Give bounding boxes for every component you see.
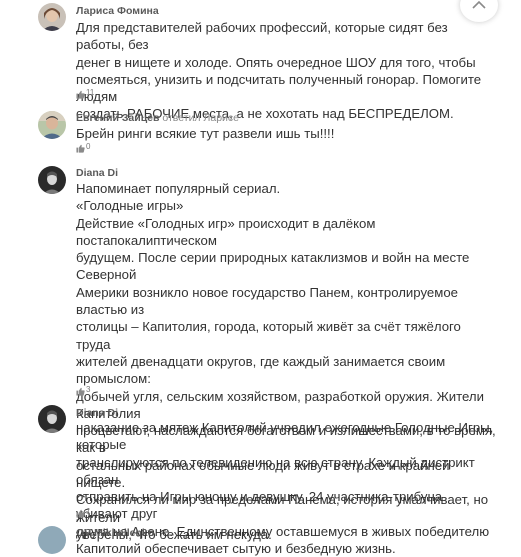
- reply-to-label: ответил Ларисе: [162, 112, 240, 124]
- like-count: 3: [86, 385, 91, 394]
- comment-line: будущем. После серии природных катаклизм…: [76, 250, 470, 283]
- like-button[interactable]: 0: [76, 142, 90, 154]
- avatar[interactable]: [38, 526, 66, 554]
- comment-text: Брейн ринги всякие тут развели ишь ты!!!…: [76, 125, 496, 142]
- like-button[interactable]: 11: [76, 88, 94, 100]
- like-button[interactable]: 1: [76, 507, 90, 519]
- chevron-up-icon: [472, 0, 486, 9]
- comment-line: Для представителей рабочих профессий, ко…: [76, 20, 448, 53]
- comment-line: отправить на Игры юношу и девушку. 24 уч…: [76, 489, 443, 522]
- comment-line: наказание за мятеж Капитолий учредил еже…: [76, 420, 494, 453]
- avatar[interactable]: [38, 111, 66, 139]
- author-name[interactable]: Евгений Зайцев: [76, 112, 159, 124]
- comment-line: столицы – Капитолия, города, который жив…: [76, 319, 461, 352]
- like-count: 11: [86, 88, 95, 97]
- thumbs-up-icon: [76, 509, 85, 518]
- avatar[interactable]: [38, 3, 66, 31]
- avatar[interactable]: [38, 405, 66, 433]
- thumbs-up-icon: [76, 90, 85, 99]
- comment-author[interactable]: OV Mikhailenko: [76, 527, 154, 539]
- comment-line: транслируются по телевидению на всю стра…: [76, 454, 475, 487]
- comment-line: Действие «Голодных игр» происходит в дал…: [76, 215, 376, 248]
- comment-line: Брейн ринги всякие тут развели ишь ты!!!…: [76, 126, 335, 141]
- comment-author[interactable]: Евгений Зайцев ответил Ларисе: [76, 112, 239, 124]
- comment-text: Для представителей рабочих профессий, ко…: [76, 19, 496, 123]
- comment-author[interactable]: Diana Di: [76, 407, 118, 419]
- comment-author[interactable]: Diana Di: [76, 167, 118, 179]
- comment-line: жителей двенадцати округов, где каждый з…: [76, 353, 446, 387]
- like-count: 1: [86, 507, 91, 516]
- comment-line: «Голодные игры»: [76, 198, 184, 214]
- comment-author[interactable]: Лариса Фомина: [76, 5, 159, 17]
- comment-line: посмеяться, унизить и подсчитать получен…: [76, 71, 482, 105]
- comment-line: Напоминает популярный сериал.: [76, 181, 281, 196]
- thumbs-up-icon: [76, 387, 85, 396]
- comment-line: добычей угля, сельским хозяйством, разра…: [76, 388, 484, 421]
- avatar[interactable]: [38, 166, 66, 194]
- like-button[interactable]: 3: [76, 385, 90, 397]
- like-count: 0: [86, 142, 91, 151]
- comment-line: Америки возникло новое государство Панем…: [76, 284, 458, 318]
- thumbs-up-icon: [76, 144, 85, 153]
- comment-line: денег в нищете и холоде. Опять очередное…: [76, 54, 476, 70]
- comment-line: Капитолий обеспечивает сытую и безбедную…: [76, 541, 396, 557]
